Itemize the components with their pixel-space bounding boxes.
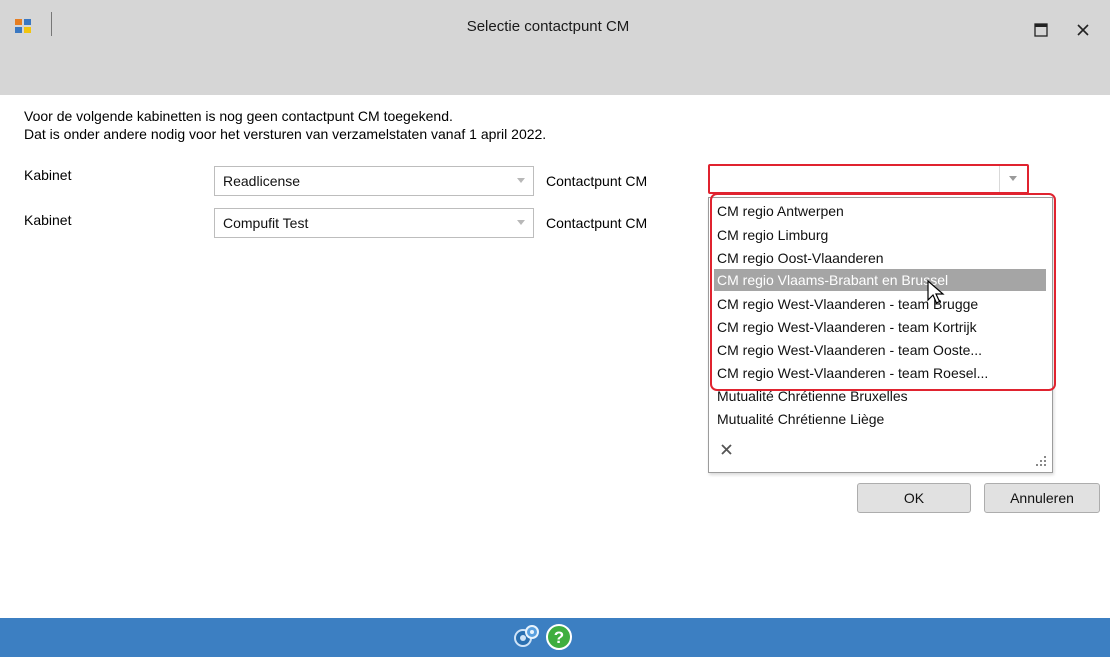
title-bar: Selectie contactpunt CM [0,0,1110,95]
resize-grip-icon[interactable] [1035,455,1047,467]
kabinet-label-2: Kabinet [24,212,72,228]
chevron-down-icon [517,178,525,183]
info-message: Voor de volgende kabinetten is nog geen … [24,107,546,143]
dropdown-option[interactable]: CM regio Oost-Vlaanderen [717,247,884,269]
contactpunt-label-2: Contactpunt CM [546,215,648,231]
dropdown-option-highlighted[interactable]: CM regio Vlaams-Brabant en Brussel [714,269,1046,291]
dropdown-option[interactable]: CM regio West-Vlaanderen - team Kortrijk [717,316,977,338]
ok-button[interactable]: OK [857,483,971,513]
mouse-cursor-icon [927,280,945,304]
cancel-button[interactable]: Annuleren [984,483,1100,513]
chevron-down-icon [1009,176,1017,181]
kabinet-select-1[interactable]: Readlicense [214,166,534,196]
window-title: Selectie contactpunt CM [466,18,630,35]
status-bar: ? [0,618,1110,657]
kabinet-select-2-value: Compufit Test [223,215,309,231]
svg-text:?: ? [554,628,564,647]
clear-selection-icon[interactable] [719,441,735,457]
info-message-line-1: Voor de volgende kabinetten is nog geen … [24,108,453,124]
dropdown-option[interactable]: CM regio West-Vlaanderen - team Roesel..… [717,362,988,384]
kabinet-select-2[interactable]: Compufit Test [214,208,534,238]
close-button[interactable] [1068,18,1098,42]
info-message-line-2: Dat is onder andere nodig voor het verst… [24,126,547,142]
contactpunt-label-1: Contactpunt CM [546,173,648,189]
kabinet-label-1: Kabinet [24,167,72,183]
maximize-icon [1034,23,1048,37]
help-icon[interactable]: ? [545,623,573,651]
kabinet-select-1-value: Readlicense [223,173,301,189]
contactpunt-dropdown-list: CM regio Antwerpen CM regio Limburg CM r… [708,197,1053,473]
dropdown-option[interactable]: CM regio Limburg [717,224,828,246]
chevron-down-icon [517,220,525,225]
contactpunt-select-1[interactable] [708,164,1029,194]
dropdown-option[interactable]: Mutualité Chrétienne Bruxelles [717,385,908,407]
maximize-button[interactable] [1026,18,1056,42]
dropdown-option[interactable]: Mutualité Chrétienne Liège [717,408,884,430]
close-icon [1077,24,1089,36]
dropdown-option[interactable]: CM regio Antwerpen [717,200,844,222]
dropdown-toggle[interactable] [999,166,1027,192]
settings-gears-icon[interactable] [512,623,540,651]
dropdown-option[interactable]: CM regio West-Vlaanderen - team Ooste... [717,339,982,361]
